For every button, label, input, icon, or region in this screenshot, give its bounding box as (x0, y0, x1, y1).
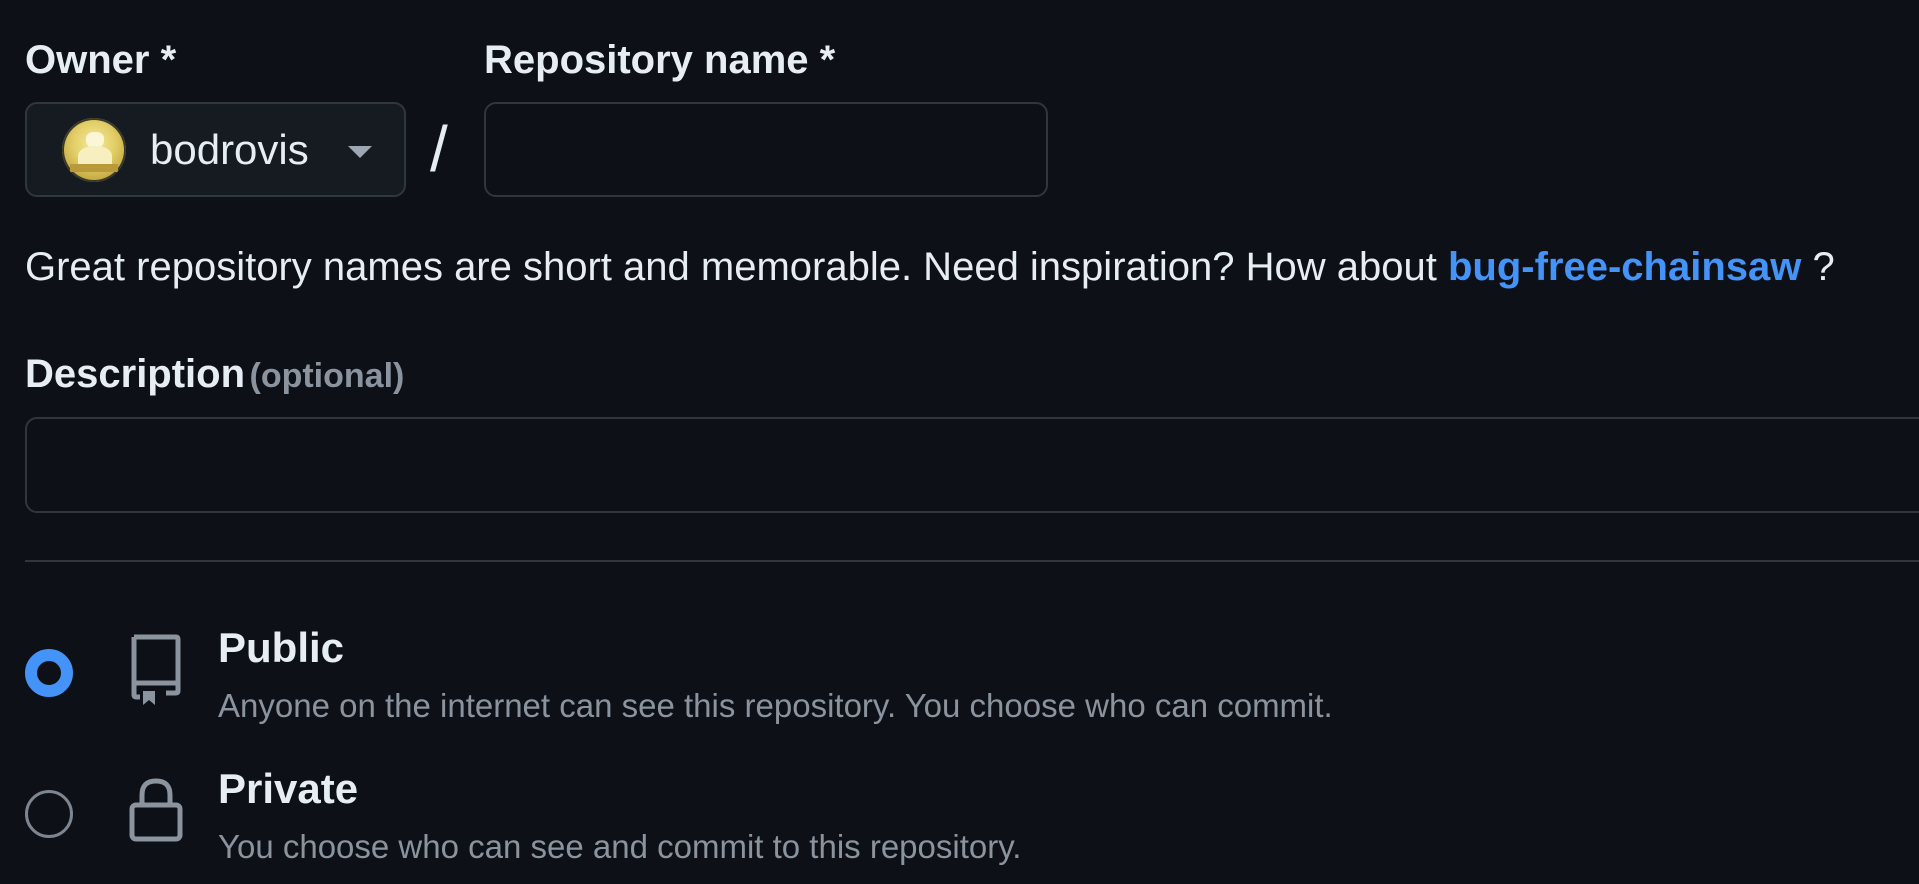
owner-repo-separator: / (430, 113, 448, 185)
private-description: You choose who can see and commit to thi… (218, 828, 1022, 865)
lock-icon (128, 775, 184, 848)
optional-label: (optional) (249, 357, 405, 395)
private-radio[interactable] (25, 790, 73, 838)
hint-suffix: ? (1801, 245, 1835, 289)
public-title: Public (218, 624, 345, 671)
repository-name-label: Repository name * (484, 38, 836, 82)
hint-text: Great repository names are short and mem… (25, 245, 1448, 289)
repo-icon (128, 631, 184, 712)
description-label: Description (25, 352, 246, 396)
avatar (62, 118, 126, 182)
owner-select[interactable]: bodrovis (25, 102, 406, 197)
private-title: Private (218, 765, 359, 812)
divider (25, 560, 1919, 562)
repository-name-input[interactable] (484, 102, 1048, 197)
owner-label: Owner * (25, 38, 177, 82)
repository-name-hint: Great repository names are short and mem… (25, 245, 1835, 290)
description-label-row: Description (optional) (25, 352, 404, 397)
description-input[interactable] (25, 417, 1919, 513)
owner-name: bodrovis (150, 126, 309, 173)
suggested-name-link[interactable]: bug-free-chainsaw (1448, 245, 1801, 289)
public-description: Anyone on the internet can see this repo… (218, 687, 1333, 724)
public-radio[interactable] (25, 649, 73, 697)
caret-down-icon (348, 146, 372, 158)
